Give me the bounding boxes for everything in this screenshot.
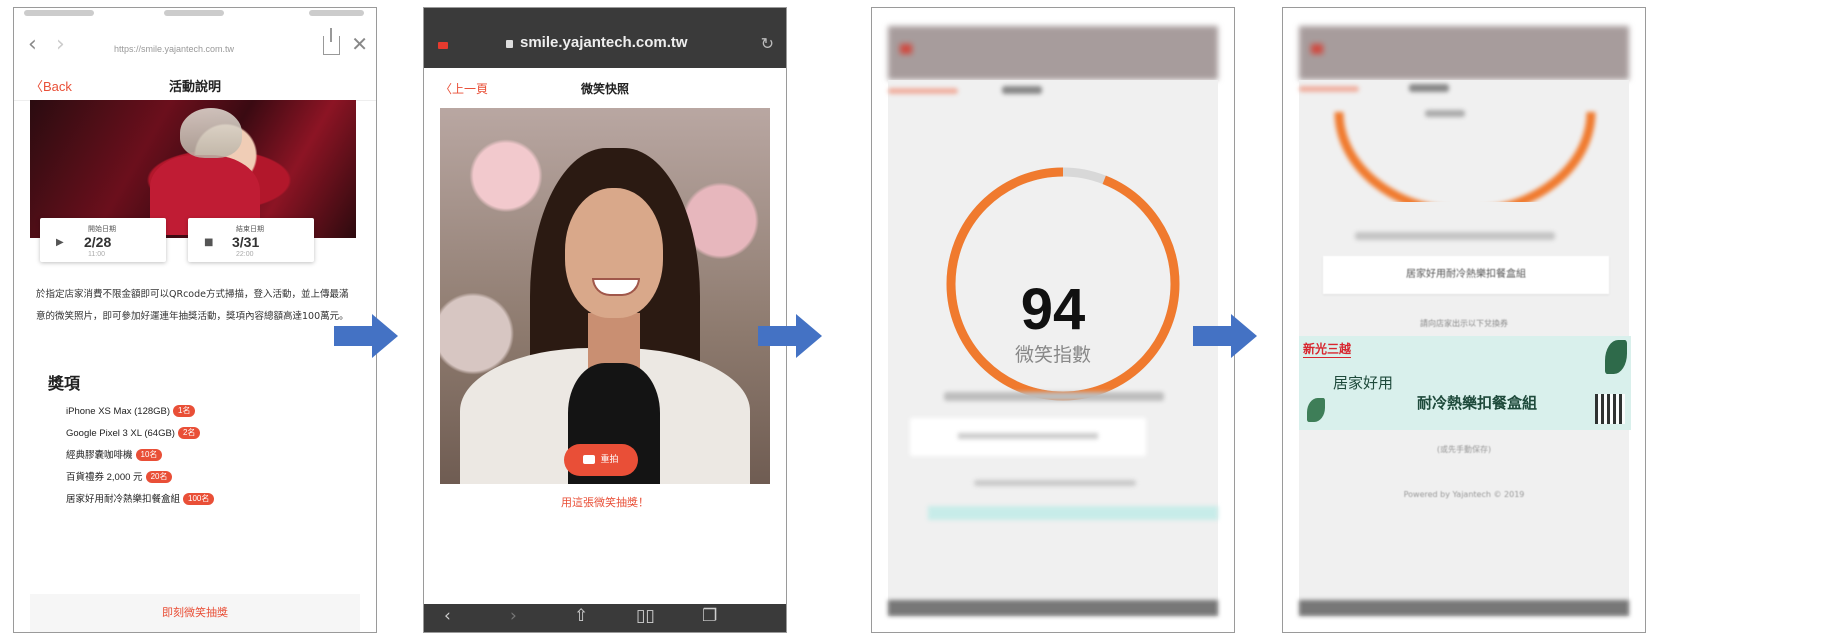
- prize-heading: 獎項: [48, 374, 81, 393]
- event-description: 於指定店家消費不限金額即可以QRcode方式掃描，登入活動，並上傳最滿意的微笑照…: [36, 289, 349, 322]
- list-item: Google Pixel 3 XL (64GB) 2名: [66, 424, 356, 446]
- page-header: 〈Back 活動說明: [14, 72, 376, 101]
- address-bar[interactable]: smile.yajantech.com.tw: [520, 34, 688, 51]
- prize-qty-badge: 1名: [173, 405, 196, 418]
- page-title: 活動說明: [168, 80, 221, 95]
- phone-screen-event-info: ‹ › https://smile.yajantech.com.tw ✕ 〈Ba…: [13, 7, 377, 633]
- phone-screen-smile-score: 94 微笑指數: [871, 7, 1235, 633]
- powered-by: Powered by Yajantech © 2019: [1403, 490, 1525, 499]
- start-date-card: ▶ 開始日期 2/28 11:00: [40, 218, 166, 262]
- list-item: 經典膠囊咖啡機 10名: [66, 446, 356, 468]
- browser-back-icon[interactable]: ‹: [28, 32, 37, 57]
- record-icon: [438, 42, 448, 49]
- phone-screen-voucher: 居家好用耐冷熱樂扣餐盒組 請向店家出示以下兌換券 新光三越 居家好用 耐冷熱樂扣…: [1282, 7, 1646, 633]
- brand-logo: 新光三越: [1303, 342, 1352, 358]
- result-card[interactable]: [910, 418, 1146, 456]
- share-icon[interactable]: [323, 28, 340, 55]
- browser-toolbar: ‹ › https://smile.yajantech.com.tw ✕: [14, 28, 376, 64]
- browser-forward-icon[interactable]: ›: [510, 606, 517, 626]
- voucher-line-2: 耐冷熱樂扣餐盒組: [1417, 394, 1538, 412]
- prize-name: iPhone XS Max (128GB): [66, 406, 171, 417]
- prize-name: 百貨禮券 2,000 元: [66, 472, 143, 483]
- arrow-right-icon: [334, 314, 398, 358]
- browser-back-icon[interactable]: ‹: [444, 606, 451, 626]
- phone-screen-smile-snapshot: smile.yajantech.com.tw ↻ 〈上一頁 微笑快照 重拍 用這…: [423, 7, 787, 633]
- start-date-value: 2/28: [84, 234, 112, 250]
- smile-score: 94: [1020, 277, 1086, 342]
- camera-icon: [583, 455, 596, 464]
- voucher-instruction: 請向店家出示以下兌換券: [1420, 319, 1508, 328]
- end-time-value: 22:00: [236, 251, 254, 258]
- score-ring-partial: [1334, 111, 1596, 202]
- prize-name: Google Pixel 3 XL (64GB): [66, 428, 175, 439]
- list-item: iPhone XS Max (128GB) 1名: [66, 402, 356, 424]
- prize-card: 居家好用耐冷熱樂扣餐盒組: [1323, 256, 1609, 294]
- prize-name: 居家好用耐冷熱樂扣餐盒組: [66, 494, 181, 505]
- arrow-right-icon: [1193, 314, 1257, 358]
- leaf-decoration: [1307, 398, 1325, 422]
- lock-icon: [506, 40, 513, 48]
- browser-toolbar: [1299, 26, 1629, 80]
- arrow-right-icon: [758, 314, 822, 358]
- prize-qty-badge: 10名: [135, 449, 163, 462]
- voucher-line-1: 居家好用: [1333, 374, 1394, 392]
- prize-qty-badge: 2名: [177, 427, 201, 440]
- smile-score-label: 微笑指數: [1014, 344, 1091, 366]
- end-date-label: 結束日期: [236, 225, 264, 233]
- share-icon[interactable]: ⇧: [574, 606, 588, 626]
- play-icon: ▶: [56, 237, 64, 248]
- retake-label: 重拍: [600, 455, 619, 465]
- browser-bottom-bar: [1299, 600, 1629, 616]
- browser-forward-icon[interactable]: ›: [56, 32, 65, 57]
- use-photo-button[interactable]: 用這張微笑抽獎！: [440, 484, 770, 522]
- browser-bottom-bar: [888, 600, 1218, 616]
- page-title: 微笑快照: [580, 82, 629, 96]
- prize-list: iPhone XS Max (128GB) 1名 Google Pixel 3 X…: [66, 402, 356, 512]
- browser-toolbar: smile.yajantech.com.tw ↻: [424, 8, 786, 68]
- prize-qty-badge: 20名: [145, 471, 173, 484]
- list-item: 居家好用耐冷熱樂扣餐盒組 100名: [66, 490, 356, 512]
- prize-qty-badge: 100名: [183, 493, 215, 506]
- address-bar[interactable]: https://smile.yajantech.com.tw: [114, 44, 234, 54]
- qr-code-icon: [1595, 394, 1625, 424]
- voucher-image: 新光三越 居家好用 耐冷熱樂扣餐盒組: [1299, 336, 1631, 430]
- score-panel: 94 微笑指數: [888, 80, 1218, 616]
- stop-icon: ■: [204, 237, 214, 248]
- browser-bottom-bar: ‹ › ⇧ ▯▯ ❐: [424, 604, 786, 632]
- smile-photo: 重拍: [440, 108, 770, 488]
- close-icon[interactable]: ✕: [351, 32, 368, 56]
- start-time-value: 11:00: [88, 251, 105, 258]
- end-date-card: ■ 結束日期 3/31 22:00: [188, 218, 314, 262]
- end-date-value: 3/31: [232, 234, 260, 250]
- page-header: 〈上一頁 微笑快照: [424, 68, 786, 108]
- tabs-icon[interactable]: ❐: [702, 606, 717, 626]
- prize-name: 經典膠囊咖啡機: [66, 450, 133, 461]
- smile-draw-button[interactable]: 即刻微笑抽獎: [30, 594, 360, 632]
- retake-button[interactable]: 重拍: [564, 444, 638, 476]
- browser-toolbar: [888, 26, 1218, 80]
- leaf-decoration: [1605, 340, 1627, 374]
- bookmarks-icon[interactable]: ▯▯: [636, 606, 655, 626]
- start-date-label: 開始日期: [88, 225, 116, 233]
- reload-icon[interactable]: ↻: [761, 34, 774, 53]
- save-hint: (或先手動保存): [1436, 445, 1492, 454]
- list-item: 百貨禮券 2,000 元 20名: [66, 468, 356, 490]
- status-bar: [14, 8, 376, 22]
